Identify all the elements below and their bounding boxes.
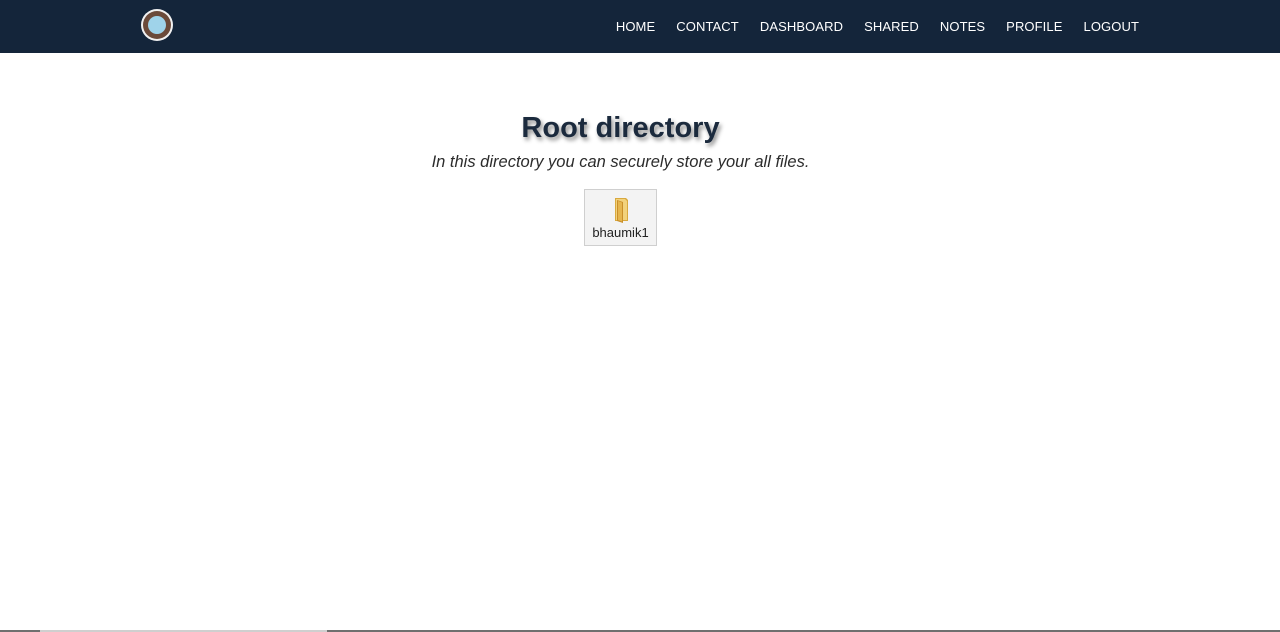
page-title: Root directory (521, 112, 720, 144)
nav-logout[interactable]: LOGOUT (1073, 19, 1139, 34)
nav-shared[interactable]: SHARED (854, 19, 930, 34)
logo-icon (148, 16, 166, 34)
nav-links: HOME CONTACT DASHBOARD SHARED NOTES PROF… (605, 0, 1139, 53)
folder-icon (614, 198, 628, 223)
top-navbar: HOME CONTACT DASHBOARD SHARED NOTES PROF… (0, 0, 1280, 53)
nav-profile[interactable]: PROFILE (996, 19, 1073, 34)
nav-dashboard[interactable]: DASHBOARD (749, 19, 853, 34)
page-subtitle: In this directory you can securely store… (431, 153, 810, 171)
folder-label: bhaumik1 (592, 225, 649, 240)
nav-home[interactable]: HOME (605, 19, 665, 34)
nav-contact[interactable]: CONTACT (666, 19, 750, 34)
folder-item[interactable]: bhaumik1 (584, 189, 657, 246)
logo-ring (143, 11, 171, 39)
site-logo[interactable] (141, 9, 173, 41)
nav-notes[interactable]: NOTES (929, 19, 995, 34)
